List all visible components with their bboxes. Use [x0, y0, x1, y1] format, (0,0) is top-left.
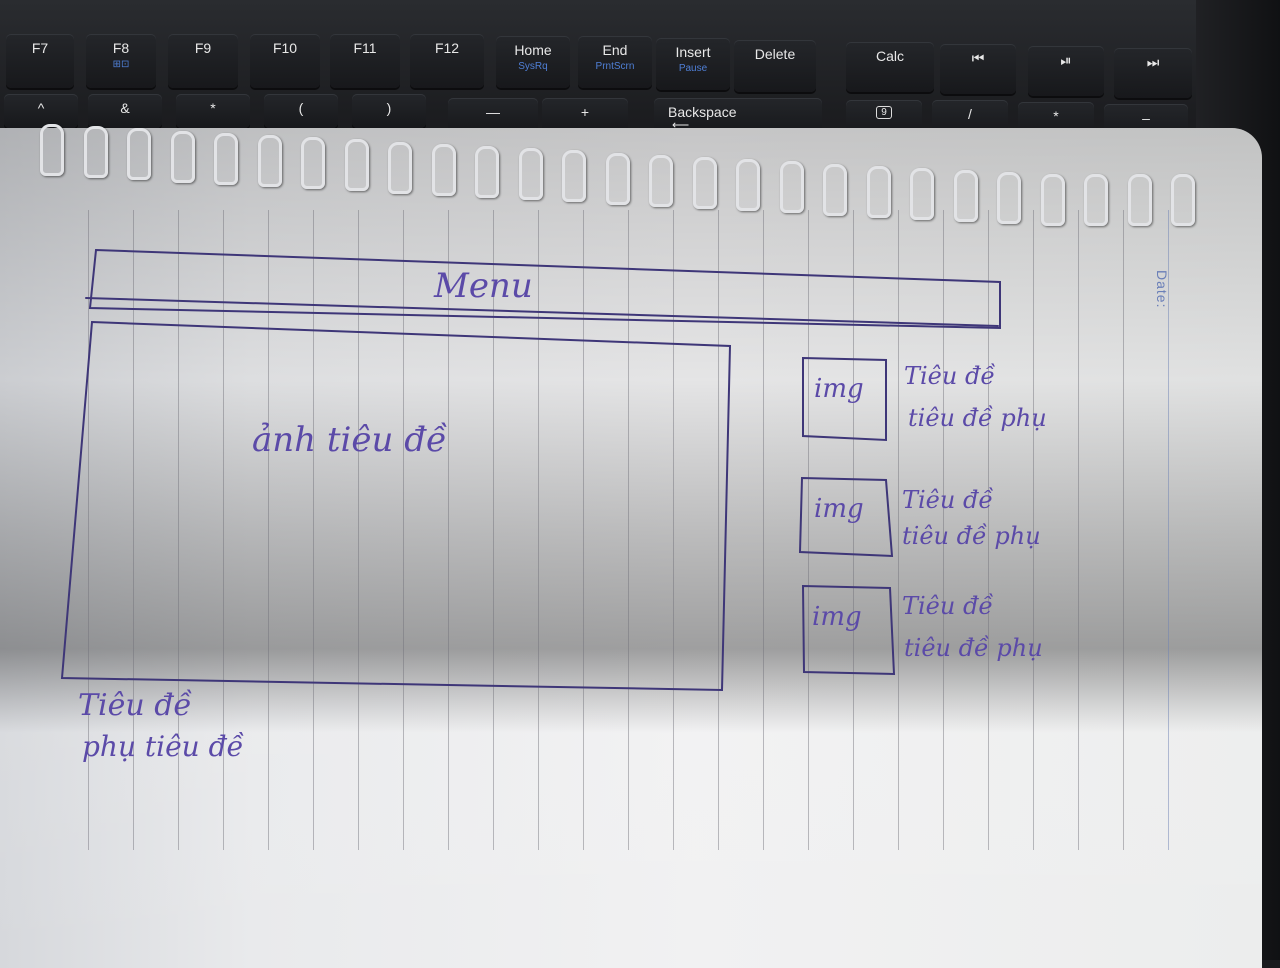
- side-item-1-subtitle: tiêu đề phụ: [908, 404, 1047, 432]
- side-thumb-3-label: img: [812, 602, 862, 632]
- side-thumb-1-label: img: [814, 374, 864, 404]
- side-item-1-title: Tiêu đề: [904, 362, 996, 390]
- hero-title: Tiêu đề: [78, 688, 192, 723]
- hero-subtitle: phụ tiêu đề: [82, 730, 244, 763]
- side-item-2-title: Tiêu đề: [902, 486, 994, 514]
- menu-bar-outline: [88, 248, 1001, 330]
- side-item-3-title: Tiêu đề: [902, 592, 994, 620]
- side-item-2-subtitle: tiêu đề phụ: [902, 522, 1041, 550]
- side-item-3-subtitle: tiêu đề phụ: [904, 634, 1043, 662]
- side-thumb-2-label: img: [814, 494, 864, 524]
- menu-bar-lower-edge: [85, 297, 999, 327]
- hero-image-outline: [60, 320, 732, 692]
- menu-label: Menu: [434, 266, 533, 306]
- hero-image-label: ảnh tiêu đề: [252, 420, 447, 460]
- wireframe-sketch: [60, 248, 1001, 692]
